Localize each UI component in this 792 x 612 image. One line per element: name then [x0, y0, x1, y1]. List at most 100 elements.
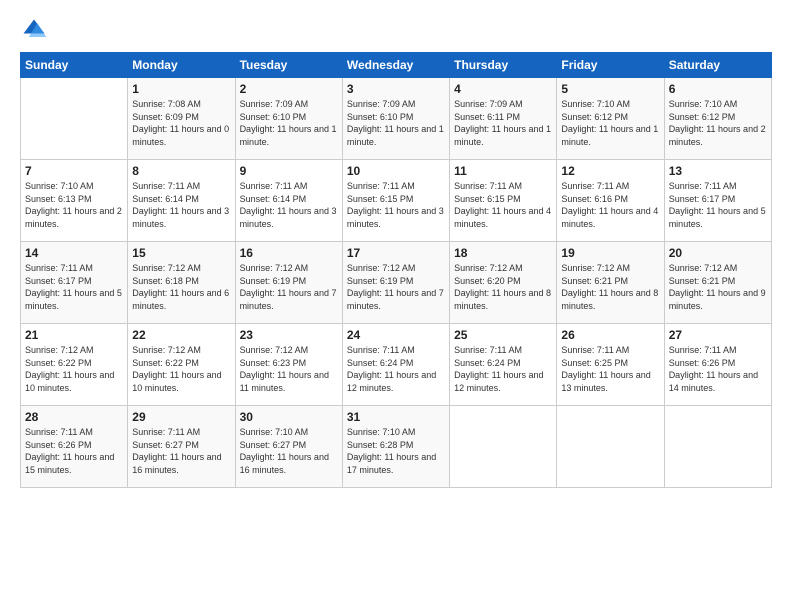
day-number: 23: [240, 328, 338, 342]
day-info: Sunrise: 7:11 AMSunset: 6:15 PMDaylight:…: [347, 180, 445, 230]
day-info: Sunrise: 7:12 AMSunset: 6:18 PMDaylight:…: [132, 262, 230, 312]
calendar-cell: 31 Sunrise: 7:10 AMSunset: 6:28 PMDayligh…: [342, 406, 449, 488]
weekday-header: Friday: [557, 53, 664, 78]
calendar-cell: [557, 406, 664, 488]
day-info: Sunrise: 7:11 AMSunset: 6:15 PMDaylight:…: [454, 180, 552, 230]
day-info: Sunrise: 7:11 AMSunset: 6:14 PMDaylight:…: [240, 180, 338, 230]
logo-icon: [20, 16, 48, 44]
day-number: 18: [454, 246, 552, 260]
day-info: Sunrise: 7:11 AMSunset: 6:26 PMDaylight:…: [25, 426, 123, 476]
day-info: Sunrise: 7:10 AMSunset: 6:27 PMDaylight:…: [240, 426, 338, 476]
calendar-cell: 11 Sunrise: 7:11 AMSunset: 6:15 PMDayligh…: [450, 160, 557, 242]
day-info: Sunrise: 7:11 AMSunset: 6:26 PMDaylight:…: [669, 344, 767, 394]
calendar-cell: 2Sunrise: 7:09 AMSunset: 6:10 PMDaylight…: [235, 78, 342, 160]
day-number: 11: [454, 164, 552, 178]
weekday-header: Tuesday: [235, 53, 342, 78]
weekday-header: Saturday: [664, 53, 771, 78]
day-info: Sunrise: 7:12 AMSunset: 6:21 PMDaylight:…: [669, 262, 767, 312]
day-number: 8: [132, 164, 230, 178]
day-info: Sunrise: 7:09 AMSunset: 6:11 PMDaylight:…: [454, 98, 552, 148]
day-number: 27: [669, 328, 767, 342]
day-info: Sunrise: 7:10 AMSunset: 6:12 PMDaylight:…: [561, 98, 659, 148]
day-number: 28: [25, 410, 123, 424]
day-number: 5: [561, 82, 659, 96]
calendar-cell: 14 Sunrise: 7:11 AMSunset: 6:17 PMDayligh…: [21, 242, 128, 324]
calendar-cell: 16 Sunrise: 7:12 AMSunset: 6:19 PMDayligh…: [235, 242, 342, 324]
day-info: Sunrise: 7:12 AMSunset: 6:22 PMDaylight:…: [132, 344, 230, 394]
day-info: Sunrise: 7:11 AMSunset: 6:24 PMDaylight:…: [347, 344, 445, 394]
day-info: Sunrise: 7:12 AMSunset: 6:21 PMDaylight:…: [561, 262, 659, 312]
day-number: 12: [561, 164, 659, 178]
logo: [20, 16, 52, 44]
header: [20, 16, 772, 44]
day-number: 20: [669, 246, 767, 260]
calendar-cell: 26Sunrise: 7:11 AMSunset: 6:25 PMDayligh…: [557, 324, 664, 406]
calendar-cell: 9 Sunrise: 7:11 AMSunset: 6:14 PMDaylight…: [235, 160, 342, 242]
calendar-week: 14 Sunrise: 7:11 AMSunset: 6:17 PMDayligh…: [21, 242, 772, 324]
calendar-cell: 18 Sunrise: 7:12 AMSunset: 6:20 PMDayligh…: [450, 242, 557, 324]
day-info: Sunrise: 7:12 AMSunset: 6:19 PMDaylight:…: [347, 262, 445, 312]
calendar-cell: 8 Sunrise: 7:11 AMSunset: 6:14 PMDaylight…: [128, 160, 235, 242]
weekday-header: Thursday: [450, 53, 557, 78]
day-info: Sunrise: 7:10 AMSunset: 6:28 PMDaylight:…: [347, 426, 445, 476]
day-info: Sunrise: 7:11 AMSunset: 6:27 PMDaylight:…: [132, 426, 230, 476]
day-info: Sunrise: 7:12 AMSunset: 6:22 PMDaylight:…: [25, 344, 123, 394]
calendar-cell: 28 Sunrise: 7:11 AMSunset: 6:26 PMDayligh…: [21, 406, 128, 488]
day-number: 2: [240, 82, 338, 96]
day-number: 21: [25, 328, 123, 342]
calendar-cell: 15 Sunrise: 7:12 AMSunset: 6:18 PMDayligh…: [128, 242, 235, 324]
day-number: 19: [561, 246, 659, 260]
calendar-cell: 21 Sunrise: 7:12 AMSunset: 6:22 PMDayligh…: [21, 324, 128, 406]
calendar-cell: [664, 406, 771, 488]
calendar-cell: 3 Sunrise: 7:09 AMSunset: 6:10 PMDaylight…: [342, 78, 449, 160]
calendar-week: 28 Sunrise: 7:11 AMSunset: 6:26 PMDayligh…: [21, 406, 772, 488]
calendar-cell: [21, 78, 128, 160]
day-info: Sunrise: 7:12 AMSunset: 6:19 PMDaylight:…: [240, 262, 338, 312]
day-number: 31: [347, 410, 445, 424]
day-number: 10: [347, 164, 445, 178]
day-number: 9: [240, 164, 338, 178]
day-number: 15: [132, 246, 230, 260]
calendar-cell: 13Sunrise: 7:11 AMSunset: 6:17 PMDayligh…: [664, 160, 771, 242]
calendar-cell: 7 Sunrise: 7:10 AMSunset: 6:13 PMDaylight…: [21, 160, 128, 242]
day-number: 4: [454, 82, 552, 96]
calendar-cell: 10 Sunrise: 7:11 AMSunset: 6:15 PMDayligh…: [342, 160, 449, 242]
weekday-header: Sunday: [21, 53, 128, 78]
calendar-cell: 5 Sunrise: 7:10 AMSunset: 6:12 PMDaylight…: [557, 78, 664, 160]
weekday-header: Monday: [128, 53, 235, 78]
day-number: 22: [132, 328, 230, 342]
weekday-header: Wednesday: [342, 53, 449, 78]
day-info: Sunrise: 7:10 AMSunset: 6:13 PMDaylight:…: [25, 180, 123, 230]
day-info: Sunrise: 7:11 AMSunset: 6:17 PMDaylight:…: [25, 262, 123, 312]
calendar-cell: 23Sunrise: 7:12 AMSunset: 6:23 PMDayligh…: [235, 324, 342, 406]
calendar-cell: [450, 406, 557, 488]
day-info: Sunrise: 7:10 AMSunset: 6:12 PMDaylight:…: [669, 98, 767, 148]
calendar-cell: 6 Sunrise: 7:10 AMSunset: 6:12 PMDaylight…: [664, 78, 771, 160]
calendar-header: SundayMondayTuesdayWednesdayThursdayFrid…: [21, 53, 772, 78]
calendar-cell: 27 Sunrise: 7:11 AMSunset: 6:26 PMDayligh…: [664, 324, 771, 406]
day-info: Sunrise: 7:12 AMSunset: 6:20 PMDaylight:…: [454, 262, 552, 312]
day-number: 24: [347, 328, 445, 342]
day-number: 7: [25, 164, 123, 178]
calendar-week: 7 Sunrise: 7:10 AMSunset: 6:13 PMDaylight…: [21, 160, 772, 242]
day-number: 6: [669, 82, 767, 96]
day-number: 14: [25, 246, 123, 260]
day-number: 3: [347, 82, 445, 96]
calendar-cell: 30 Sunrise: 7:10 AMSunset: 6:27 PMDayligh…: [235, 406, 342, 488]
day-number: 13: [669, 164, 767, 178]
day-info: Sunrise: 7:11 AMSunset: 6:24 PMDaylight:…: [454, 344, 552, 394]
day-number: 26: [561, 328, 659, 342]
day-number: 1: [132, 82, 230, 96]
calendar-cell: 24 Sunrise: 7:11 AMSunset: 6:24 PMDayligh…: [342, 324, 449, 406]
day-info: Sunrise: 7:08 AMSunset: 6:09 PMDaylight:…: [132, 98, 230, 148]
calendar-cell: 22 Sunrise: 7:12 AMSunset: 6:22 PMDayligh…: [128, 324, 235, 406]
day-number: 16: [240, 246, 338, 260]
day-info: Sunrise: 7:09 AMSunset: 6:10 PMDaylight:…: [347, 98, 445, 148]
calendar-cell: 25 Sunrise: 7:11 AMSunset: 6:24 PMDayligh…: [450, 324, 557, 406]
day-info: Sunrise: 7:11 AMSunset: 6:14 PMDaylight:…: [132, 180, 230, 230]
day-number: 25: [454, 328, 552, 342]
calendar-cell: 29Sunrise: 7:11 AMSunset: 6:27 PMDayligh…: [128, 406, 235, 488]
day-number: 30: [240, 410, 338, 424]
calendar-cell: 12Sunrise: 7:11 AMSunset: 6:16 PMDayligh…: [557, 160, 664, 242]
calendar-cell: 17Sunrise: 7:12 AMSunset: 6:19 PMDayligh…: [342, 242, 449, 324]
